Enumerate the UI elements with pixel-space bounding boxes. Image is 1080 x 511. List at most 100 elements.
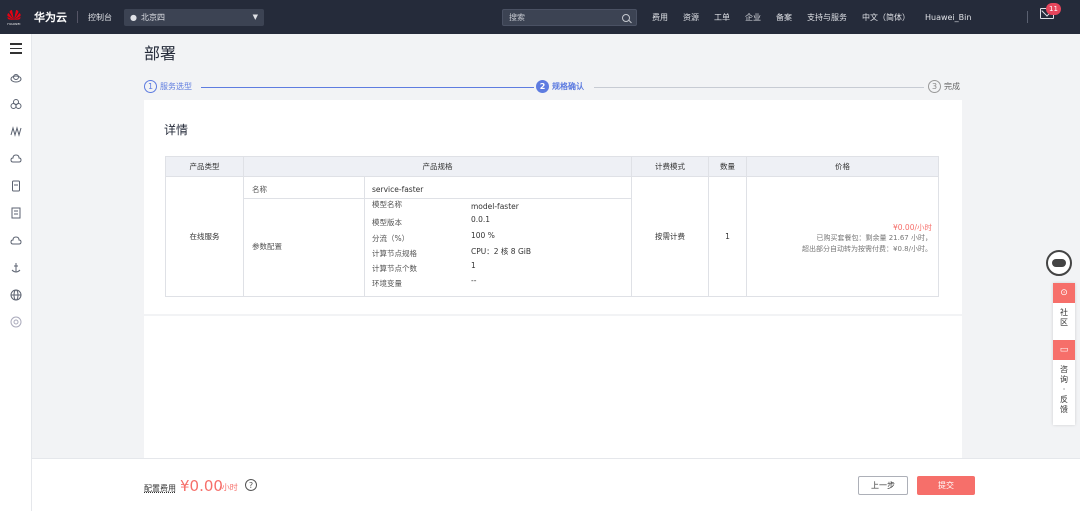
nav-tickets[interactable]: 工单 xyxy=(714,12,730,23)
nav-resources[interactable]: 资源 xyxy=(683,12,699,23)
step-3-label: 完成 xyxy=(944,82,960,91)
region-select[interactable]: ● 北京四 ▼ xyxy=(124,8,264,26)
chat-icon[interactable]: ▭ xyxy=(1053,340,1075,360)
fee-amount: ¥0.00 xyxy=(180,477,223,495)
param-value: 1 xyxy=(471,261,476,270)
menu-icon[interactable] xyxy=(10,43,22,57)
param-key: 计算节点规格 xyxy=(372,249,417,258)
content-area xyxy=(144,316,962,458)
spec-name-value: service-faster xyxy=(372,185,424,194)
nav-filing[interactable]: 备案 xyxy=(776,12,792,23)
col-header-product-spec: 产品规格 xyxy=(243,156,632,177)
param-value: model-faster xyxy=(471,202,519,211)
feedback-label: 咨询·反馈 xyxy=(1060,365,1068,414)
step-1: 1 服务选型 xyxy=(144,80,192,93)
step-2-number: 2 xyxy=(536,80,549,93)
param-key: 分流（%） xyxy=(372,234,410,243)
param-key: 模型名称 xyxy=(372,200,402,209)
logo-text: HUAWEI xyxy=(7,21,21,26)
divider xyxy=(364,177,365,297)
globe-icon[interactable] xyxy=(8,287,24,303)
community-label: 社区 xyxy=(1060,308,1068,327)
step-indicator: 1 服务选型 2 规格确认 3 完成 xyxy=(144,80,962,94)
cloud-upload-icon[interactable] xyxy=(8,233,24,249)
location-pin-icon: ● xyxy=(130,12,137,22)
compute-icon[interactable] xyxy=(8,96,24,112)
param-value: CPU：2 核 8 GiB xyxy=(471,247,531,256)
price-note: 超出部分自动转为按需付费：¥0.8/小时。 xyxy=(802,245,932,253)
community-icon[interactable]: ⊙ xyxy=(1053,283,1075,303)
deploy-icon[interactable] xyxy=(8,260,24,276)
console-link[interactable]: 控制台 xyxy=(88,12,112,23)
price-info: ¥0.00/小时 已购买套餐包：剩余量 21.67 小时， 超出部分自动转为按需… xyxy=(802,222,932,255)
card-title: 详情 xyxy=(164,123,189,137)
step-connector xyxy=(594,87,924,88)
huawei-logo[interactable]: HUAWEI xyxy=(0,0,28,34)
submit-button[interactable]: 提交 xyxy=(917,476,975,495)
nav-username[interactable]: Huawei_Bin xyxy=(925,13,971,22)
feedback-link[interactable]: 咨询·反馈 xyxy=(1053,365,1075,415)
detail-card: 详情 产品类型 产品规格 计费模式 数量 价格 在线服务 名称 service-… xyxy=(144,100,962,314)
col-header-quantity: 数量 xyxy=(708,156,747,177)
step-2-label: 规格确认 xyxy=(552,82,584,91)
fee-unit: /小时 xyxy=(219,483,238,492)
param-key: 计算节点个数 xyxy=(372,264,417,273)
param-value: 100 % xyxy=(471,231,495,240)
search-input[interactable]: 搜索 xyxy=(502,9,637,26)
product-type-cell: 在线服务 xyxy=(165,176,244,297)
billing-cell: 按需计费 xyxy=(631,176,709,297)
col-header-billing: 计费模式 xyxy=(631,156,709,177)
param-key: 环境变量 xyxy=(372,279,402,288)
price-note: 已购买套餐包：剩余量 21.67 小时， xyxy=(816,234,933,242)
param-value: -- xyxy=(471,276,477,285)
quantity-cell: 1 xyxy=(708,176,747,297)
spec-name-label: 名称 xyxy=(252,185,267,194)
huawei-logo-icon xyxy=(7,9,21,20)
search-placeholder: 搜索 xyxy=(509,13,525,22)
footer-bar: 配置费用 ¥0.00 /小时 ? 上一步 提交 xyxy=(32,458,1080,511)
nav-language[interactable]: 中文（简体） xyxy=(862,12,910,23)
assistant-robot-icon[interactable] xyxy=(1046,250,1072,276)
divider xyxy=(1027,11,1028,23)
nav-fees[interactable]: 费用 xyxy=(652,12,668,23)
fee-label[interactable]: 配置费用 xyxy=(144,483,176,494)
param-key: 模型版本 xyxy=(372,218,402,227)
spec-name-row: 名称 service-faster xyxy=(244,177,631,199)
community-link[interactable]: 社区 xyxy=(1053,308,1075,328)
price-main: ¥0.00/小时 xyxy=(893,223,932,232)
document-icon[interactable] xyxy=(8,205,24,221)
model-icon[interactable] xyxy=(8,123,24,139)
search-icon[interactable] xyxy=(622,13,630,22)
float-panel: ⊙ 社区 ▭ 咨询·反馈 xyxy=(1053,283,1075,425)
table-row: 在线服务 名称 service-faster 参数配置 模型名称 model-f… xyxy=(165,176,939,297)
cloud-service-icon[interactable] xyxy=(8,70,24,86)
product-spec-cell: 名称 service-faster 参数配置 模型名称 model-faster… xyxy=(243,176,632,297)
step-connector xyxy=(201,87,534,88)
divider xyxy=(77,11,78,23)
step-3-number: 3 xyxy=(928,80,941,93)
nav-support[interactable]: 支持与服务 xyxy=(807,12,847,23)
notification-badge[interactable]: 11 xyxy=(1046,3,1061,15)
page-title: 部署 xyxy=(144,44,177,63)
settings-icon[interactable] xyxy=(8,314,24,330)
top-nav: 费用 资源 工单 企业 备案 支持与服务 中文（简体） Huawei_Bin xyxy=(652,0,986,34)
col-header-price: 价格 xyxy=(746,156,939,177)
region-value: 北京四 xyxy=(140,12,165,22)
sidebar xyxy=(0,34,32,511)
step-1-number: 1 xyxy=(144,80,157,93)
storage-icon[interactable] xyxy=(8,178,24,194)
step-3: 3 完成 xyxy=(928,80,960,93)
previous-button[interactable]: 上一步 xyxy=(858,476,908,495)
cloud-icon[interactable] xyxy=(8,151,24,167)
detail-table: 产品类型 产品规格 计费模式 数量 价格 在线服务 名称 service-fas… xyxy=(165,156,939,297)
step-1-label: 服务选型 xyxy=(160,82,192,91)
nav-enterprise[interactable]: 企业 xyxy=(745,12,761,23)
param-value: 0.0.1 xyxy=(471,215,491,224)
col-header-product-type: 产品类型 xyxy=(165,156,244,177)
params-label: 参数配置 xyxy=(252,242,282,251)
chevron-down-icon: ▼ xyxy=(252,13,258,21)
step-2: 2 规格确认 xyxy=(536,80,584,93)
help-icon[interactable]: ? xyxy=(245,479,257,491)
brand-name[interactable]: 华为云 xyxy=(34,9,67,25)
price-cell: ¥0.00/小时 已购买套餐包：剩余量 21.67 小时， 超出部分自动转为按需… xyxy=(746,176,939,297)
